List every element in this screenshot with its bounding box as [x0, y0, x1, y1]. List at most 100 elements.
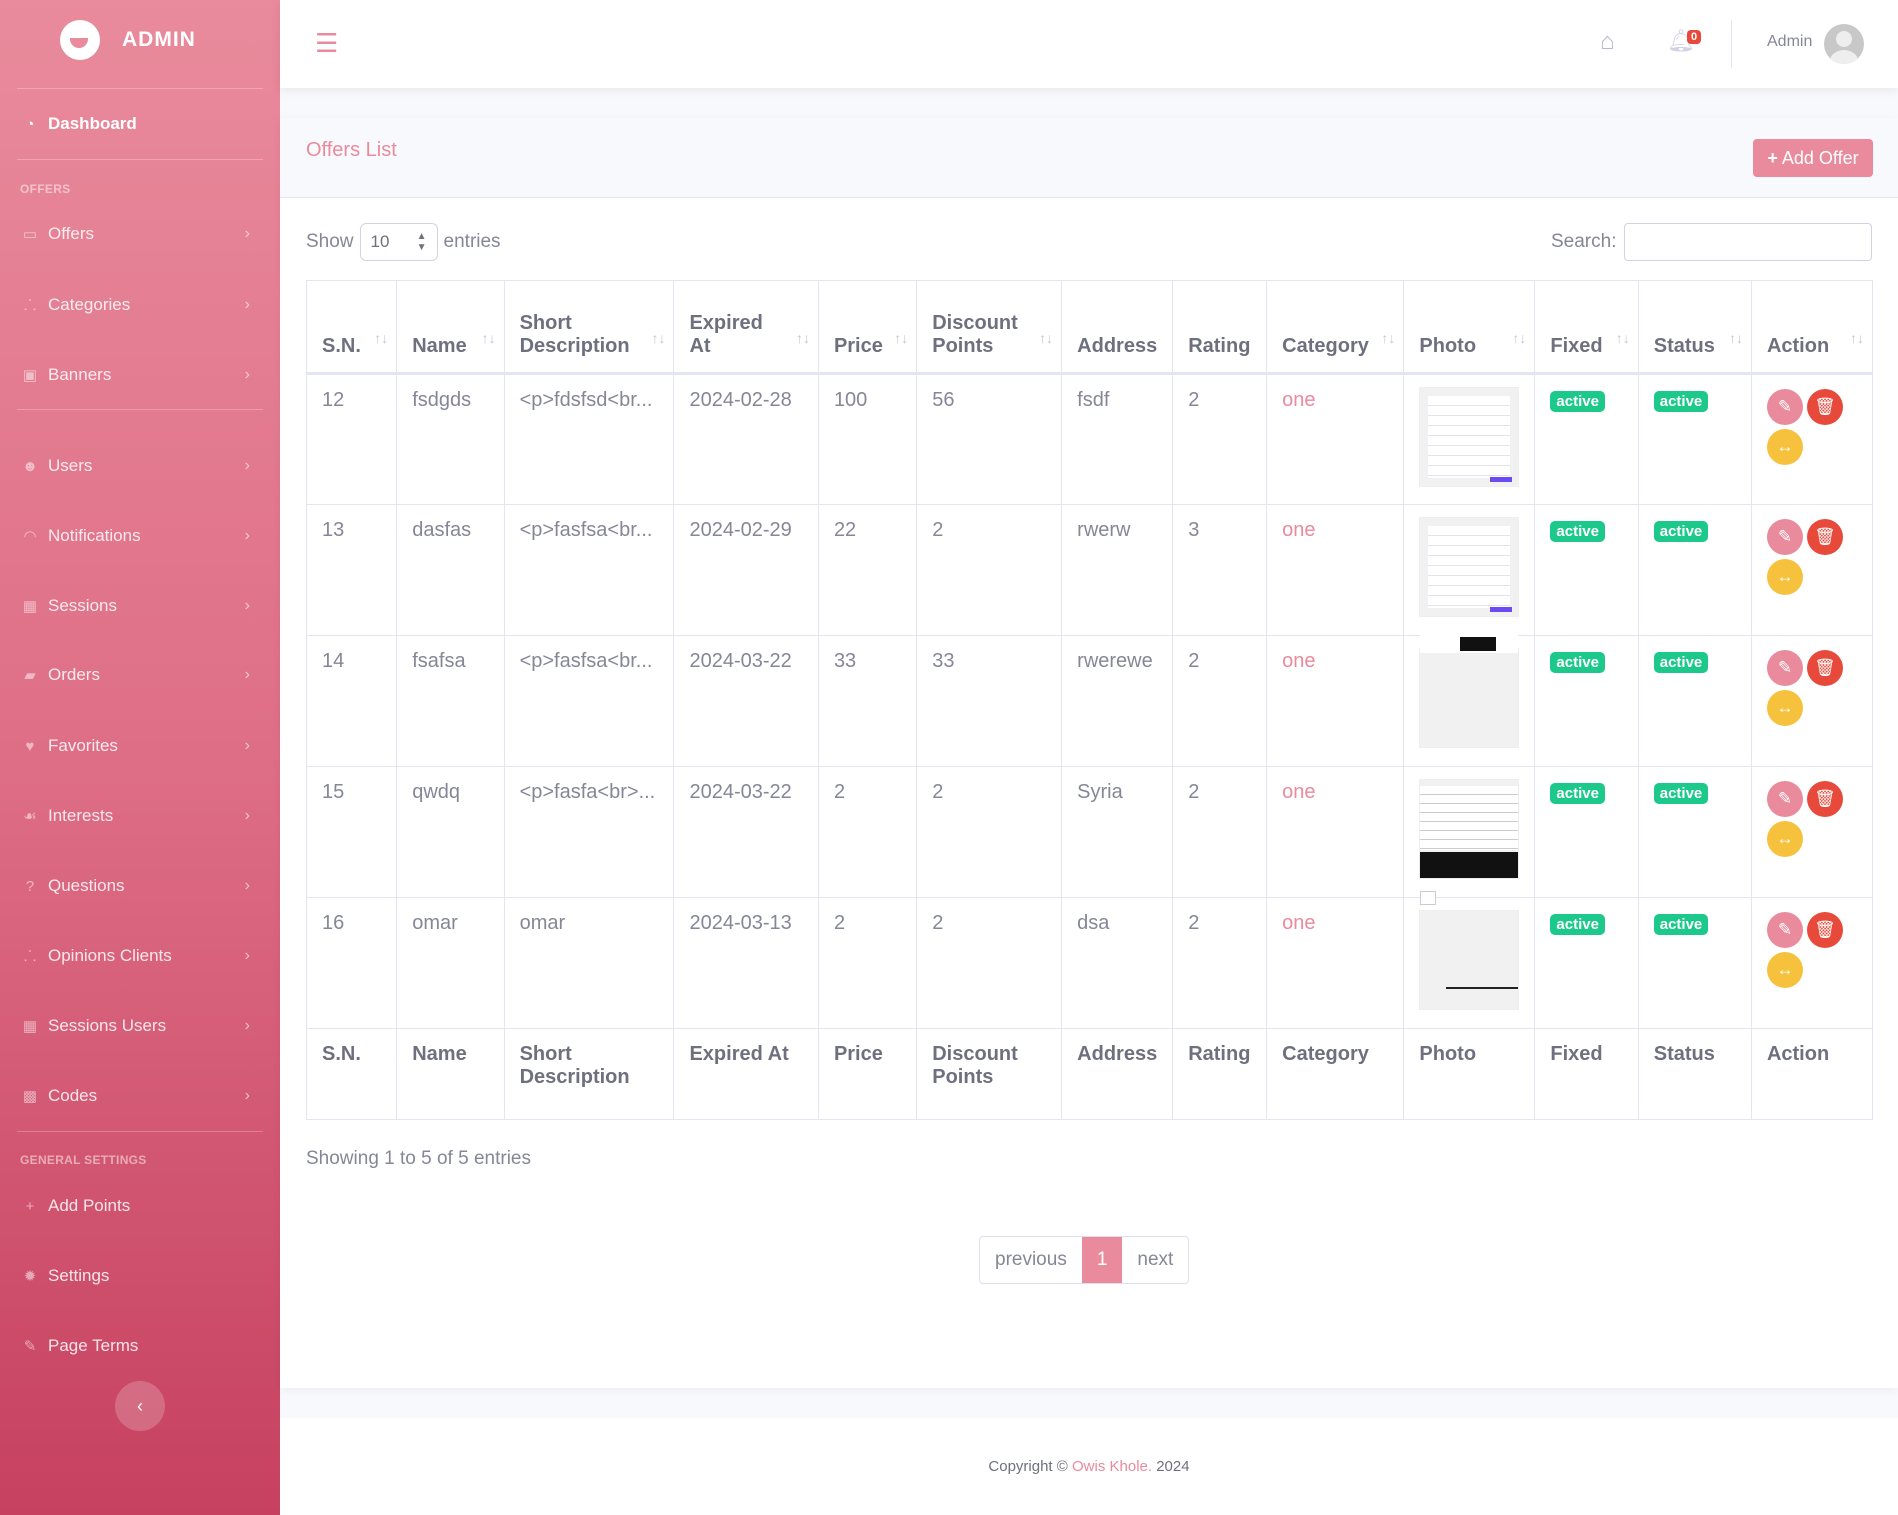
sort-icon: ↑↓ — [894, 330, 909, 346]
column-header[interactable]: Category ↑↓ — [1266, 280, 1405, 375]
price-cell: 100 — [817, 373, 918, 505]
column-footer: Name — [396, 1028, 505, 1120]
sidebar-item-categories[interactable]: ⸫ Categories › — [20, 290, 260, 320]
column-header[interactable]: Status ↑↓ — [1637, 280, 1752, 375]
sort-icon: ↑↓ — [374, 330, 389, 346]
column-header[interactable]: Short Description ↑↓ — [503, 280, 675, 375]
arrows-h-icon[interactable]: ↔ — [1766, 821, 1803, 857]
page-1-button[interactable]: 1 — [1081, 1237, 1123, 1283]
trash-icon[interactable]: 🗑︎ — [1806, 519, 1843, 555]
column-header-label: Status — [1653, 335, 1715, 357]
edit-icon[interactable]: ✎ — [1766, 389, 1803, 425]
column-header[interactable]: Action ↑↓ — [1750, 280, 1874, 375]
column-header[interactable]: Discount Points ↑↓ — [916, 280, 1063, 375]
chevron-right-icon: › — [244, 366, 250, 383]
divider — [17, 1131, 263, 1132]
column-header[interactable]: Name ↑↓ — [396, 280, 505, 375]
edit-icon[interactable]: ✎ — [1766, 650, 1803, 686]
sidebar-item-sessions[interactable]: ▦ Sessions › — [20, 591, 260, 621]
trash-icon[interactable]: 🗑︎ — [1806, 389, 1843, 425]
user-name[interactable]: Admin — [1767, 33, 1812, 51]
fixed-badge: active — [1550, 783, 1605, 804]
fixed-cell: active — [1534, 766, 1639, 898]
sidebar-item-interests[interactable]: ☙ Interests › — [20, 801, 260, 831]
trash-icon[interactable]: 🗑︎ — [1806, 781, 1843, 817]
bell-icon: ◠ — [23, 528, 37, 545]
sidebar-item-label: Page Terms — [48, 1336, 139, 1355]
description-cell: <p>fasfsa<br... — [503, 504, 675, 636]
page-length-select[interactable]: 10 ▲ ▼ — [359, 223, 438, 261]
chevron-right-icon: › — [244, 457, 250, 474]
show-label: Show — [306, 231, 354, 252]
photo-cell — [1403, 504, 1536, 636]
plus-icon: + — [25, 1197, 35, 1215]
sidebar-item-dashboard[interactable]: ◔ Dashboard — [20, 109, 260, 139]
status-cell: active — [1637, 766, 1752, 898]
home-icon[interactable]: ⌂ — [1600, 28, 1615, 56]
address-cell: Syria — [1061, 766, 1174, 898]
sidebar-item-orders[interactable]: ▰ Orders › — [20, 660, 260, 690]
trash-icon[interactable]: 🗑︎ — [1806, 912, 1843, 948]
edit-icon[interactable]: ✎ — [1766, 781, 1803, 817]
sidebar-item-notifications[interactable]: ◠ Notifications › — [20, 521, 260, 551]
price-cell: 22 — [817, 504, 918, 636]
edit-icon[interactable]: ✎ — [1766, 519, 1803, 555]
menu-icon[interactable]: ☰ — [315, 28, 338, 59]
column-header-label: Action — [1766, 335, 1830, 357]
arrows-h-icon[interactable]: ↔ — [1766, 690, 1803, 726]
points-cell: 33 — [916, 635, 1063, 767]
page-title: Offers List — [306, 139, 397, 161]
sidebar-item-offers[interactable]: ▭ Offers › — [20, 219, 260, 249]
arrows-h-icon[interactable]: ↔ — [1766, 429, 1803, 465]
sidebar-item-add-points[interactable]: + Add Points — [20, 1191, 260, 1221]
sidebar-item-label: Users — [48, 456, 93, 475]
sidebar-item-questions[interactable]: ? Questions › — [20, 871, 260, 901]
divider — [17, 88, 263, 89]
column-header[interactable]: Photo ↑↓ — [1403, 280, 1536, 375]
sidebar-item-opinions-clients[interactable]: ⸫ Opinions Clients › — [20, 941, 260, 971]
column-footer: Action — [1750, 1028, 1874, 1120]
table-row: 14 fsafsa <p>fasfsa<br... 2024-03-22 33 … — [305, 635, 1874, 767]
sidebar-item-settings[interactable]: ✹ Settings — [20, 1261, 260, 1291]
rating-cell: 3 — [1172, 504, 1268, 636]
column-header[interactable]: Fixed ↑↓ — [1534, 280, 1639, 375]
brand[interactable]: ADMIN — [60, 20, 196, 60]
column-header[interactable]: S.N. ↑↓ — [305, 280, 398, 375]
sidebar-item-codes[interactable]: ▩ Codes › — [20, 1081, 260, 1111]
avatar[interactable] — [1824, 24, 1864, 64]
sidebar-toggle-button[interactable]: ‹ — [115, 1381, 165, 1431]
sidebar-item-sessions-users[interactable]: ▦ Sessions Users › — [20, 1011, 260, 1041]
column-footer-label: Photo — [1419, 1043, 1477, 1065]
add-offer-button[interactable]: + Add Offer — [1753, 139, 1873, 177]
sort-icon: ↑↓ — [651, 330, 666, 346]
owner-link[interactable]: Owis Khole. — [1072, 1458, 1152, 1475]
trash-icon[interactable]: 🗑︎ — [1806, 650, 1843, 686]
sidebar-item-page-terms[interactable]: ✎ Page Terms — [20, 1331, 260, 1361]
column-header[interactable]: Expired At ↑↓ — [673, 280, 819, 375]
sidebar-item-favorites[interactable]: ♥ Favorites › — [20, 731, 260, 761]
fixed-badge: active — [1550, 391, 1605, 412]
previous-button[interactable]: previous — [980, 1237, 1082, 1283]
tachometer-icon: ◔ — [25, 115, 35, 133]
column-footer-label: Short — [519, 1043, 572, 1065]
offer-photo — [1419, 635, 1520, 748]
topbar: ☰ ⌂ 🔔︎ 0 Admin — [280, 0, 1898, 88]
sidebar-item-users[interactable]: ☻ Users › — [20, 451, 260, 481]
sort-icon: ↑↓ — [1381, 330, 1396, 346]
column-header[interactable]: Price ↑↓ — [817, 280, 918, 375]
column-footer-label: Action — [1766, 1043, 1830, 1065]
photo-cell — [1403, 766, 1536, 898]
status-badge: active — [1653, 914, 1709, 935]
photo-cell — [1403, 891, 1536, 1029]
description-cell: <p>fasfa<br>... — [503, 766, 675, 898]
next-button[interactable]: next — [1122, 1237, 1188, 1283]
name-cell: qwdq — [396, 766, 505, 898]
edit-icon[interactable]: ✎ — [1766, 912, 1803, 948]
arrows-h-icon[interactable]: ↔ — [1766, 952, 1803, 988]
status-cell: active — [1637, 373, 1752, 505]
arrows-h-icon[interactable]: ↔ — [1766, 559, 1803, 595]
search-input[interactable] — [1624, 223, 1873, 261]
category-cell: one — [1266, 504, 1405, 636]
column-footer-label: Expired At — [689, 1043, 789, 1065]
sidebar-item-banners[interactable]: ▣ Banners › — [20, 360, 260, 390]
